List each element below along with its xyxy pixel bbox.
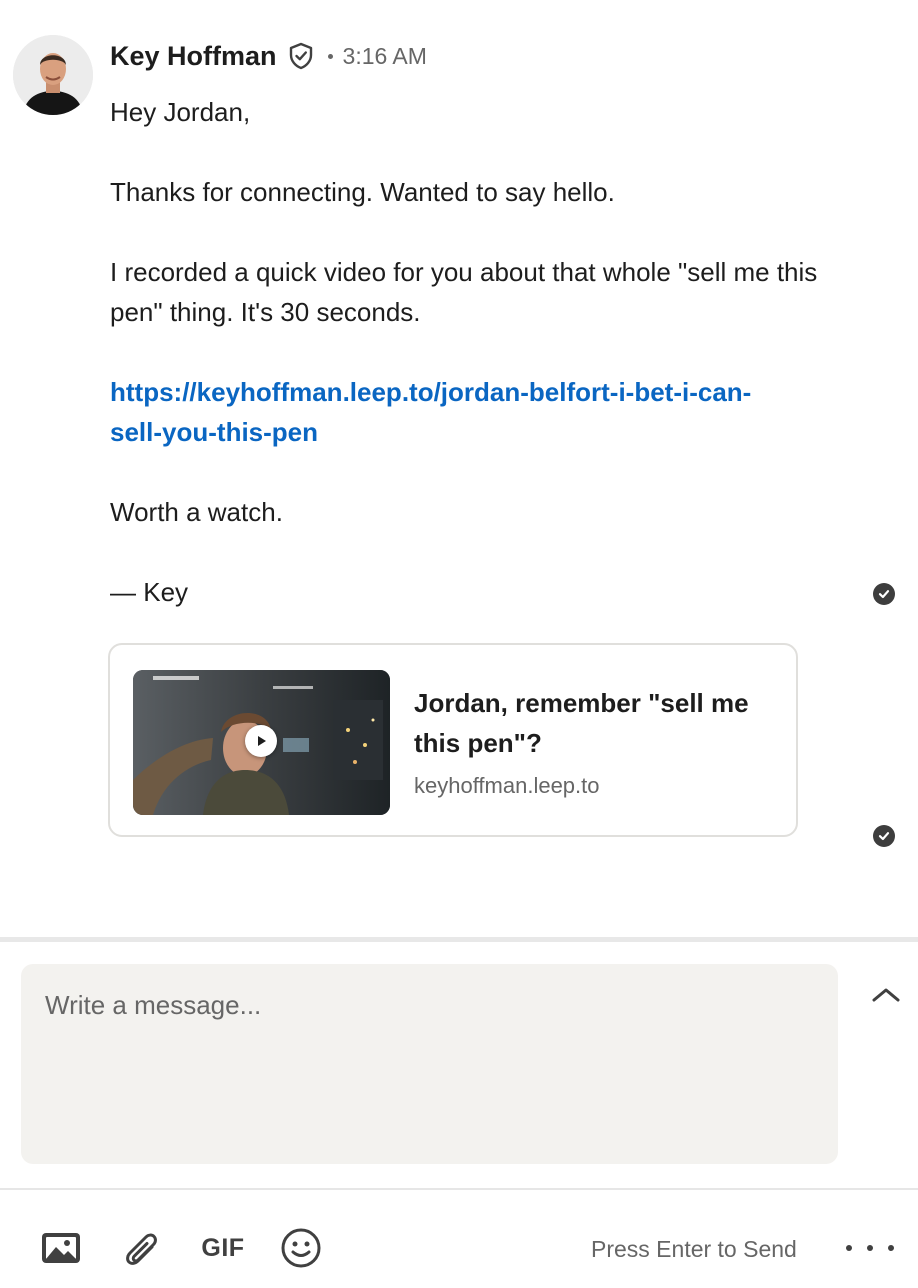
emoji-button[interactable]	[278, 1226, 324, 1270]
composer-toolbar: GIF Press Enter to Send	[0, 1190, 918, 1288]
message-line-2: I recorded a quick video for you about t…	[110, 257, 818, 327]
avatar-image	[13, 35, 93, 115]
message-body: Hey Jordan, Thanks for connecting. Wante…	[110, 92, 830, 612]
expand-composer-button[interactable]	[868, 980, 904, 1010]
message-link[interactable]: https://keyhoffman.leep.to/jordan-belfor…	[110, 372, 800, 452]
message-header: Key Hoffman 3:16 AM	[110, 38, 427, 74]
paperclip-icon	[126, 1233, 157, 1265]
check-circle-icon	[873, 583, 895, 605]
message-signoff: — Key	[110, 577, 189, 607]
link-preview-title[interactable]: Jordan, remember "sell me this pen"?	[414, 683, 774, 763]
message-input[interactable]	[21, 964, 838, 1164]
message-line-1: Thanks for connecting. Wanted to say hel…	[110, 177, 615, 207]
more-options-button[interactable]	[846, 1236, 894, 1260]
link-preview-domain: keyhoffman.leep.to	[414, 773, 600, 798]
avatar[interactable]	[13, 35, 93, 115]
shield-check-icon	[286, 41, 316, 71]
gif-button[interactable]: GIF	[196, 1226, 250, 1270]
check-circle-icon	[873, 825, 895, 847]
ellipsis-icon	[846, 1245, 852, 1251]
composer-divider	[0, 937, 918, 942]
video-thumbnail[interactable]	[133, 670, 390, 815]
header-separator-dot	[327, 53, 333, 59]
link-preview-card[interactable]: Jordan, remember "sell me this pen"? key…	[108, 643, 798, 837]
message-line-3: Worth a watch.	[110, 497, 283, 527]
smiley-icon	[281, 1228, 321, 1268]
message-thread: Key Hoffman 3:16 AM Hey Jordan, Thanks f…	[0, 0, 918, 940]
message-greeting: Hey Jordan,	[110, 97, 251, 127]
sender-name[interactable]: Key Hoffman	[110, 41, 277, 72]
message-timestamp: 3:16 AM	[342, 42, 427, 69]
send-hint[interactable]: Press Enter to Send	[591, 1236, 797, 1263]
play-icon	[258, 736, 266, 746]
messaging-page: Key Hoffman 3:16 AM Hey Jordan, Thanks f…	[0, 0, 918, 1288]
chevron-up-icon	[872, 988, 900, 1002]
play-button[interactable]	[245, 725, 277, 757]
attach-image-button[interactable]	[38, 1226, 84, 1270]
image-icon	[42, 1233, 80, 1263]
attach-file-button[interactable]	[118, 1226, 164, 1270]
